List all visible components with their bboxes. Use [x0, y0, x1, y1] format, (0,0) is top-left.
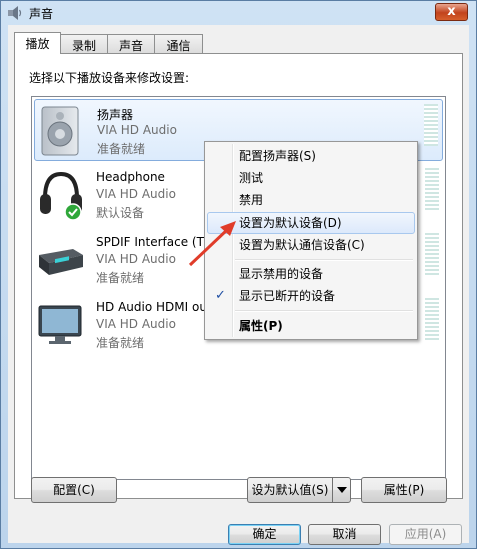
menu-item-configure-speakers[interactable]: 配置扬声器(S)	[207, 145, 415, 167]
menu-item-set-default-comm-device[interactable]: 设置为默认通信设备(C)	[207, 234, 415, 256]
menu-item-label: 显示已断开的设备	[239, 289, 336, 303]
tab-sounds[interactable]: 声音	[107, 34, 155, 53]
checkmark-icon: ✓	[215, 288, 226, 303]
device-status: 准备就绪	[97, 142, 146, 156]
menu-item-show-disabled[interactable]: 显示禁用的设备	[207, 263, 415, 285]
menu-separator	[235, 259, 413, 261]
tab-playback[interactable]: 播放	[14, 32, 61, 54]
set-default-label: 设为默认值(S)	[251, 483, 329, 497]
volume-level-meter	[425, 233, 439, 275]
tab-communications[interactable]: 通信	[154, 34, 203, 53]
device-driver: VIA HD Audio	[97, 123, 177, 137]
device-status: 准备就绪	[96, 336, 145, 350]
device-name: HD Audio HDMI ou	[96, 300, 207, 314]
properties-button[interactable]: 属性(P)	[361, 477, 447, 503]
speaker-icon	[41, 106, 79, 156]
volume-level-meter	[425, 298, 439, 340]
device-name: Headphone	[96, 170, 165, 184]
menu-item-disable[interactable]: 禁用	[207, 189, 415, 211]
device-driver: VIA HD Audio	[96, 187, 176, 201]
menu-item-show-disconnected[interactable]: ✓ 显示已断开的设备	[207, 285, 415, 307]
title-bar[interactable]: 声音 x	[1, 1, 476, 25]
headphone-icon	[40, 171, 82, 221]
chevron-down-icon[interactable]	[332, 478, 350, 502]
set-default-split-button[interactable]: 设为默认值(S)	[247, 477, 351, 503]
volume-level-meter	[424, 104, 438, 146]
device-driver: VIA HD Audio	[96, 252, 176, 266]
monitor-icon	[38, 305, 82, 344]
context-menu: 配置扬声器(S) 测试 禁用 设置为默认设备(D) 设置为默认通信设备(C) 显…	[204, 141, 418, 340]
device-driver: VIA HD Audio	[96, 317, 176, 331]
menu-item-test[interactable]: 测试	[207, 167, 415, 189]
speaker-title-icon	[8, 6, 22, 20]
menu-separator	[235, 310, 413, 312]
close-button[interactable]: x	[435, 3, 468, 21]
device-status: 默认设备	[96, 206, 145, 220]
device-name: 扬声器	[97, 108, 134, 122]
device-name: SPDIF Interface (TX	[96, 235, 213, 249]
volume-level-meter	[425, 168, 439, 210]
menu-item-properties[interactable]: 属性(P)	[207, 315, 415, 337]
instruction-text: 选择以下播放设备来修改设置:	[29, 71, 190, 85]
apply-button: 应用(A)	[389, 524, 462, 545]
spdif-icon	[39, 249, 83, 275]
window-title: 声音	[29, 7, 54, 21]
configure-button[interactable]: 配置(C)	[31, 477, 117, 503]
device-status: 准备就绪	[96, 271, 145, 285]
menu-item-set-default-device[interactable]: 设置为默认设备(D)	[207, 212, 415, 234]
cancel-button[interactable]: 取消	[308, 524, 381, 545]
ok-button[interactable]: 确定	[228, 524, 301, 545]
tab-recording[interactable]: 录制	[60, 34, 108, 53]
